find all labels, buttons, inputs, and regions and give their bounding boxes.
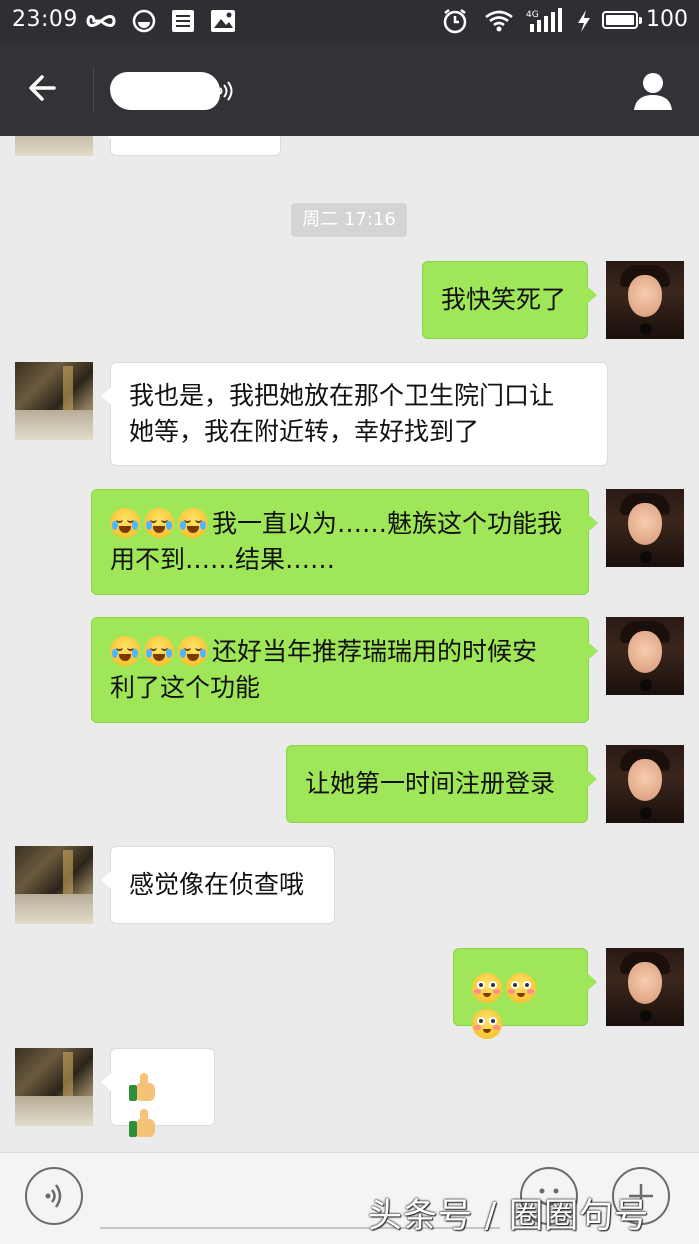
- image-icon: [210, 8, 236, 34]
- message-bubble-sent[interactable]: 让她第一时间注册登录: [286, 745, 597, 823]
- my-avatar[interactable]: [606, 489, 684, 567]
- message-text: 我快笑死了: [441, 285, 567, 314]
- 4g-signal-icon: 4G: [526, 8, 566, 34]
- contact-name-redacted: [110, 72, 220, 110]
- blush-emoji: [472, 1009, 502, 1039]
- message-line: 我一直以为……魅族这个功能我: [110, 506, 570, 542]
- message-bubble-partial: [101, 136, 281, 156]
- watermark-text: 头条号 / 圈圈句号: [368, 1196, 650, 1236]
- thumbs-up-emoji: [129, 1073, 157, 1103]
- message-list[interactable]: 周二 17:16 我快笑死了 我也是，我把她放在那个卫生院门口让 她等，我在附近…: [0, 136, 699, 1152]
- my-avatar[interactable]: [606, 745, 684, 823]
- sync-icon: [132, 8, 156, 34]
- status-time: 23:09: [12, 7, 78, 32]
- voice-button[interactable]: [25, 1167, 83, 1225]
- friend-avatar[interactable]: [15, 846, 93, 924]
- message-line: 她等，我在附近转，幸好找到了: [129, 417, 480, 446]
- laugh-cry-emoji: [178, 508, 208, 538]
- chat-timestamp: 周二 17:16: [291, 203, 407, 237]
- message-text: 感觉像在侦查哦: [129, 870, 305, 899]
- laugh-cry-emoji: [144, 508, 174, 538]
- thumbs-up-emoji: [129, 1109, 157, 1139]
- chat-header: [0, 42, 699, 136]
- laugh-cry-emoji: [110, 508, 140, 538]
- message-bubble-received[interactable]: [101, 1048, 215, 1137]
- message-bubble-sent[interactable]: 我快笑死了: [422, 261, 597, 339]
- friend-avatar[interactable]: [15, 1048, 93, 1126]
- battery-percentage: 100: [646, 7, 688, 32]
- message-bubble-sent[interactable]: 还好当年推荐瑞瑞用的时候安 利了这个功能: [91, 617, 598, 723]
- wifi-icon: [484, 8, 514, 34]
- message-bubble-sent[interactable]: [453, 948, 597, 1039]
- message-line: 用不到……结果……: [110, 545, 336, 574]
- laugh-cry-emoji: [178, 636, 208, 666]
- status-bar: 23:09 4G 100: [0, 0, 699, 42]
- laugh-cry-emoji: [110, 636, 140, 666]
- message-text: 还好当年推荐瑞瑞用的时候安: [212, 637, 538, 666]
- my-avatar[interactable]: [606, 261, 684, 339]
- message-line: 我也是，我把她放在那个卫生院门口让: [129, 381, 555, 410]
- voice-icon: [45, 1184, 62, 1208]
- charging-icon: [576, 8, 592, 34]
- message-line: 还好当年推荐瑞瑞用的时候安: [110, 634, 570, 670]
- my-avatar[interactable]: [606, 948, 684, 1026]
- message-line: 利了这个功能: [110, 673, 261, 702]
- friend-avatar[interactable]: [15, 362, 93, 440]
- laugh-cry-emoji: [144, 636, 174, 666]
- blush-emoji: [472, 973, 502, 1003]
- person-icon: [634, 73, 672, 110]
- back-button[interactable]: [24, 68, 64, 108]
- header-divider: [93, 66, 94, 112]
- battery-icon: [602, 11, 642, 29]
- message-line: [472, 971, 569, 1043]
- message-text: 我一直以为……魅族这个功能我: [212, 509, 563, 538]
- message-line: [129, 1071, 196, 1143]
- list-icon: [171, 8, 195, 34]
- my-avatar[interactable]: [606, 617, 684, 695]
- message-bubble-sent[interactable]: 我一直以为……魅族这个功能我 用不到……结果……: [91, 489, 598, 595]
- message-text: 让她第一时间注册登录: [305, 769, 556, 798]
- blush-emoji: [506, 973, 536, 1003]
- profile-button[interactable]: [632, 70, 674, 112]
- voice-indicator-icon: [216, 80, 236, 102]
- friend-avatar[interactable]: [15, 136, 93, 156]
- message-bubble-received[interactable]: 感觉像在侦查哦: [101, 846, 335, 924]
- svg-text:4G: 4G: [526, 10, 539, 20]
- arrow-left-icon: [29, 75, 56, 101]
- infinity-icon: [86, 8, 116, 34]
- alarm-icon: [442, 8, 468, 34]
- message-bubble-received[interactable]: 我也是，我把她放在那个卫生院门口让 她等，我在附近转，幸好找到了: [101, 362, 608, 466]
